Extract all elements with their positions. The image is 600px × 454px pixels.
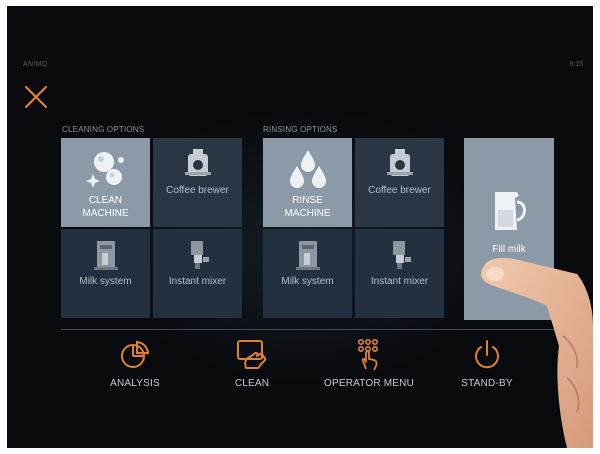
touch-screen: ANIMO 9:15 CLEANING OPTIONS CLEAN MACHIN… [7,6,593,448]
pointing-finger [481,258,593,448]
